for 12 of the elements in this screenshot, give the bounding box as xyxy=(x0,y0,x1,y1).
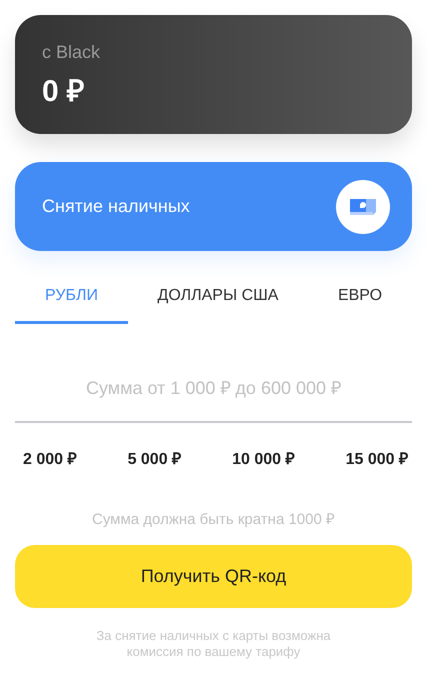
account-balance: 0 ₽ xyxy=(42,74,86,110)
hint-text: Сумма должна быть кратна 1000 ₽ xyxy=(91,510,336,528)
banner-title: Снятие наличных xyxy=(42,196,190,217)
get-qr-code-button[interactable]: Получить QR-код xyxy=(15,545,412,608)
amount-preset[interactable]: 5 000 ₽ xyxy=(128,447,182,469)
amount-preset[interactable]: 15 000 ₽ xyxy=(346,447,408,469)
currency-tab[interactable]: ДОЛЛАРЫ США xyxy=(128,273,308,324)
cash-icon xyxy=(336,180,390,234)
amount-preset[interactable]: 10 000 ₽ xyxy=(232,447,295,469)
amount-preset[interactable]: 2 000 ₽ xyxy=(23,447,76,469)
currency-tab[interactable]: ЕВРО xyxy=(308,273,412,324)
account-label: с Black xyxy=(42,42,102,63)
